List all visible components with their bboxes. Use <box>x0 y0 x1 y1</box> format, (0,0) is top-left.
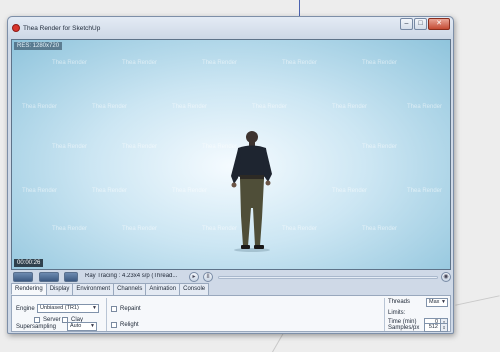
threads-select[interactable]: Max ▼ <box>426 298 448 307</box>
samples-input[interactable]: 512 ⇕ <box>424 323 448 332</box>
watermark: Thea Render <box>122 226 158 232</box>
tab-console[interactable]: Console <box>179 283 210 295</box>
play-icon[interactable]: ▸ <box>189 272 199 282</box>
watermark: Thea Render <box>52 144 88 150</box>
samples-label: Samples/px <box>388 325 420 331</box>
window-title: Thea Render for SketchUp <box>23 25 101 32</box>
settings-icon[interactable]: ◉ <box>441 272 451 282</box>
chevron-down-icon: ▼ <box>92 305 97 311</box>
watermark: Thea Render <box>52 226 88 232</box>
watermark: Thea Render <box>122 144 158 150</box>
chevron-down-icon: ▼ <box>90 323 95 329</box>
relight-label: Relight <box>120 322 139 328</box>
maximize-button[interactable]: □ <box>414 18 427 30</box>
save-image-button[interactable] <box>64 272 78 282</box>
relight-checkbox[interactable] <box>111 322 117 328</box>
samples-value: 512 <box>428 324 438 330</box>
render-start-button[interactable] <box>13 272 33 282</box>
thea-render-window: Thea Render for SketchUp – □ ✕ Thea Rend… <box>7 16 454 334</box>
watermark: Thea Render <box>282 226 318 232</box>
supersampling-value: Auto <box>70 323 82 329</box>
settings-tabs: Rendering Display Environment Channels A… <box>11 283 210 295</box>
minimize-button[interactable]: – <box>400 18 413 30</box>
watermark: Thea Render <box>362 226 398 232</box>
engine-value: Unbiased (TR1) <box>40 305 79 311</box>
watermark: Thea Render <box>252 104 288 110</box>
server-label: Server <box>43 317 61 323</box>
engine-select[interactable]: Unbiased (TR1) ▼ <box>37 304 99 313</box>
watermark: Thea Render <box>122 60 158 66</box>
supersampling-label: Supersampling <box>16 324 57 330</box>
divider <box>106 298 107 331</box>
watermark: Thea Render <box>332 188 368 194</box>
engine-label: Engine <box>16 306 35 312</box>
camera-button[interactable] <box>39 272 59 282</box>
limits-label: Limits: <box>388 310 406 316</box>
watermark: Thea Render <box>332 104 368 110</box>
window-controls: – □ ✕ <box>400 18 450 30</box>
tab-animation[interactable]: Animation <box>145 283 181 295</box>
watermark: Thea Render <box>362 60 398 66</box>
spinner-icon[interactable]: ⇕ <box>440 324 447 331</box>
threads-value: Max <box>429 299 440 305</box>
watermark: Thea Render <box>172 104 208 110</box>
watermark: Thea Render <box>172 188 208 194</box>
watermark: Thea Render <box>202 60 238 66</box>
render-status-text: Ray Tracing : 4.23x4 s/p (Thread... <box>85 273 178 279</box>
watermark: Thea Render <box>52 60 88 66</box>
watermark: Thea Render <box>22 104 58 110</box>
rendering-settings-panel: Engine Unbiased (TR1) ▼ Server Clay Supe… <box>11 295 451 332</box>
server-checkbox[interactable] <box>34 317 40 323</box>
tab-rendering[interactable]: Rendering <box>11 283 47 295</box>
chevron-down-icon: ▼ <box>441 299 446 305</box>
render-viewport[interactable]: Thea Render Thea Render Thea Render Thea… <box>11 39 451 270</box>
render-toolbar: Ray Tracing : 4.23x4 s/p (Thread... ▸ II… <box>11 271 451 283</box>
resolution-badge: RES: 1280x720 <box>14 42 63 50</box>
watermark: Thea Render <box>407 104 443 110</box>
tab-environment[interactable]: Environment <box>72 283 115 295</box>
render-progress-bar <box>218 276 438 279</box>
watermark: Thea Render <box>92 188 128 194</box>
watermark: Thea Render <box>362 144 398 150</box>
watermark: Thea Render <box>92 104 128 110</box>
title-bar[interactable]: Thea Render for SketchUp – □ ✕ <box>8 17 453 39</box>
thea-app-icon <box>12 24 20 32</box>
supersampling-select[interactable]: Auto ▼ <box>67 322 97 331</box>
tab-channels[interactable]: Channels <box>113 283 147 295</box>
repaint-label: Repaint <box>120 306 141 312</box>
threads-label: Threads <box>388 299 411 305</box>
tab-display[interactable]: Display <box>45 283 74 295</box>
axis-line-gray <box>455 295 500 306</box>
close-button[interactable]: ✕ <box>428 18 450 30</box>
repaint-checkbox[interactable] <box>111 306 117 312</box>
watermark: Thea Render <box>22 188 58 194</box>
watermark: Thea Render <box>407 188 443 194</box>
person-model-image <box>231 131 272 252</box>
watermark: Thea Render <box>282 60 318 66</box>
elapsed-time-badge: 00:00:26 <box>14 259 44 267</box>
divider <box>384 298 385 331</box>
pause-icon[interactable]: II <box>203 272 213 282</box>
